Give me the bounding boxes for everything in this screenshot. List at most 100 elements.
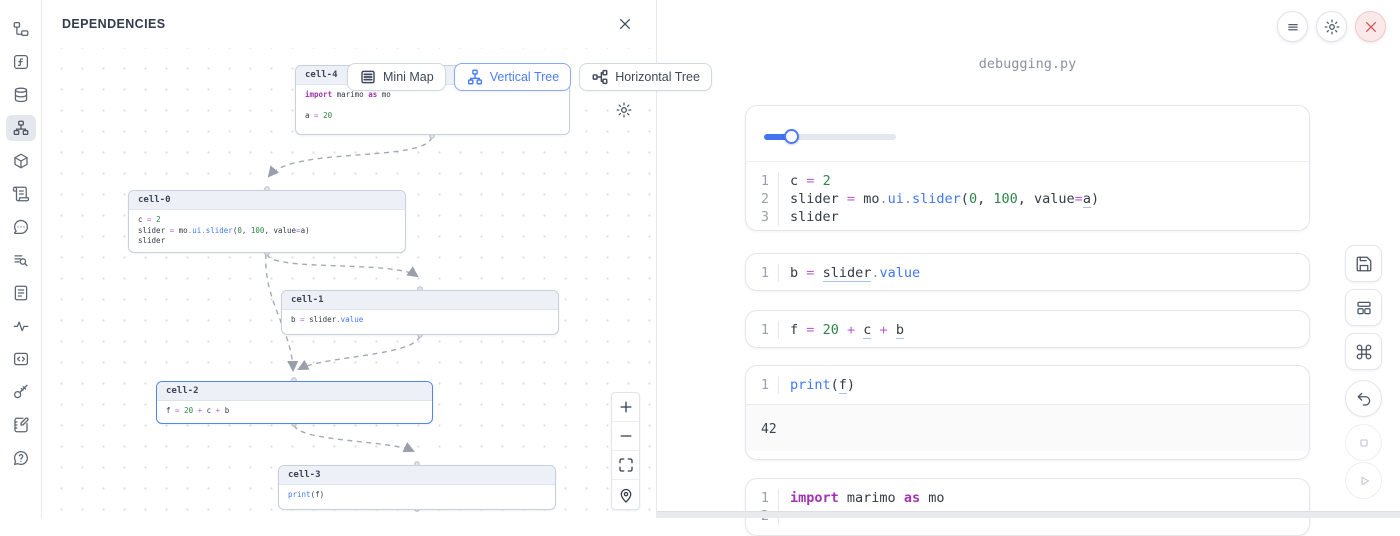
code-line: 3slider <box>746 208 1309 226</box>
mini-map-button[interactable]: Mini Map <box>347 63 446 91</box>
sidebar-item-help[interactable] <box>6 445 36 471</box>
documentation-icon <box>12 284 30 302</box>
sidebar-item-packages[interactable] <box>6 148 36 174</box>
notebook-cell[interactable]: 1c = 22slider = mo.ui.slider(0, 100, val… <box>745 105 1310 231</box>
notebook-cell[interactable]: 1f = 20 + c + b <box>745 310 1310 348</box>
node-code-line: slider = mo.ui.slider(0, 100, value=a) <box>138 226 396 237</box>
outline-search-icon <box>12 251 30 269</box>
code-editor[interactable]: 1print(f) <box>746 366 1309 404</box>
node-code-line: c = 2 <box>138 215 396 226</box>
notebook-cell[interactable]: 1import marimo as mo2 <box>745 478 1310 536</box>
sidebar-item-logs[interactable] <box>6 181 36 207</box>
view-button-label: Horizontal Tree <box>615 70 700 84</box>
scratchpad-icon <box>12 416 30 434</box>
close-x-icon <box>616 15 634 33</box>
code-line: 1import marimo as mo <box>746 489 1309 507</box>
center-node-button[interactable] <box>612 480 639 509</box>
sidebar-item-chat[interactable] <box>6 214 36 240</box>
node-code: print(f) <box>279 485 555 506</box>
save-icon <box>1355 255 1373 273</box>
sidebar-item-outline-search[interactable] <box>6 247 36 273</box>
code-line: 2slider = mo.ui.slider(0, 100, value=a) <box>746 190 1309 208</box>
notebook-cell[interactable]: 1b = slider.value <box>745 253 1310 291</box>
code-editor[interactable]: 1b = slider.value <box>746 254 1309 291</box>
graph-node-cell-0[interactable]: cell-0c = 2slider = mo.ui.slider(0, 100,… <box>128 190 406 253</box>
help-icon <box>12 449 30 467</box>
minus-icon <box>617 427 635 445</box>
activity-bar <box>0 0 42 518</box>
cell-output-slider <box>746 106 1309 161</box>
node-code: c = 2slider = mo.ui.slider(0, 100, value… <box>129 210 405 252</box>
play-icon <box>1355 472 1373 490</box>
line-number: 1 <box>746 172 778 190</box>
layout-select-button[interactable] <box>1345 289 1382 326</box>
graph-node-cell-3[interactable]: cell-3print(f) <box>278 465 556 510</box>
line-number: 1 <box>746 264 778 282</box>
zoom-out-button[interactable] <box>612 422 639 451</box>
fit-view-button[interactable] <box>612 451 639 480</box>
node-code-line: print(f) <box>288 490 546 501</box>
sidebar-item-data-sources[interactable] <box>6 82 36 108</box>
graph-settings-button[interactable] <box>615 101 633 119</box>
edge-cell-2-to-cell-3 <box>294 425 413 451</box>
sidebar-item-variables[interactable] <box>6 49 36 75</box>
data-sources-icon <box>12 86 30 104</box>
view-button-label: Mini Map <box>383 70 434 84</box>
code-editor[interactable]: 1c = 22slider = mo.ui.slider(0, 100, val… <box>746 161 1309 231</box>
close-panel-button[interactable] <box>614 13 636 35</box>
cell-output-text: 42 <box>746 404 1309 451</box>
graph-zoom-controls <box>611 392 640 510</box>
menu-button[interactable] <box>1277 11 1308 42</box>
close-x-icon <box>1362 18 1380 36</box>
undo-button[interactable] <box>1345 380 1382 417</box>
shutdown-button[interactable] <box>1355 11 1386 42</box>
sidebar-item-tracing[interactable] <box>6 313 36 339</box>
tracing-icon <box>12 317 30 335</box>
view-button-label: Vertical Tree <box>490 70 559 84</box>
code-line: 1print(f) <box>746 376 1309 394</box>
stop-kernel-button[interactable] <box>1345 424 1382 461</box>
graph-node-cell-1[interactable]: cell-1b = slider.value <box>281 290 559 335</box>
code-line: 1c = 2 <box>746 172 1309 190</box>
line-number: 3 <box>746 208 778 226</box>
sidebar-item-secrets[interactable] <box>6 379 36 405</box>
notebook-cell[interactable]: 1print(f) 42 <box>745 365 1310 460</box>
sidebar-item-scratchpad[interactable] <box>6 412 36 438</box>
code-line: 1f = 20 + c + b <box>746 321 1309 339</box>
undo-icon <box>1355 390 1373 408</box>
packages-icon <box>12 152 30 170</box>
secrets-icon <box>12 383 30 401</box>
sidebar-item-file-explorer[interactable] <box>6 16 36 42</box>
node-code-line <box>305 101 560 112</box>
save-button[interactable] <box>1345 245 1382 282</box>
slider-thumb[interactable] <box>784 129 799 144</box>
settings-button[interactable] <box>1316 11 1347 42</box>
code-editor[interactable]: 1f = 20 + c + b <box>746 311 1309 348</box>
stop-icon <box>1355 434 1373 452</box>
layout-icon <box>1355 299 1373 317</box>
node-code: import marimo as mo a = 20 <box>296 85 569 127</box>
keyboard-shortcuts-button[interactable] <box>1345 333 1382 370</box>
node-code-line: slider <box>138 236 396 247</box>
chat-icon <box>12 218 30 236</box>
plus-icon <box>617 398 635 416</box>
zoom-in-button[interactable] <box>612 393 639 422</box>
file-explorer-icon <box>12 20 30 38</box>
mini-map-icon <box>359 68 377 86</box>
sidebar-item-snippets[interactable] <box>6 346 36 372</box>
panel-title: DEPENDENCIES <box>62 17 165 31</box>
code-editor[interactable]: 1import marimo as mo2 <box>746 479 1309 535</box>
sidebar-item-dependencies[interactable] <box>6 115 36 141</box>
run-all-button[interactable] <box>1345 462 1382 499</box>
slider-track[interactable] <box>764 134 896 140</box>
sidebar-item-documentation[interactable] <box>6 280 36 306</box>
dependencies-icon <box>12 119 30 137</box>
dependency-graph-canvas[interactable]: cell-4import marimo as mo a = 20cell-0c … <box>42 48 656 518</box>
vertical-tree-button[interactable]: Vertical Tree <box>454 63 571 91</box>
line-number: 1 <box>746 489 778 507</box>
gear-icon <box>615 101 633 119</box>
line-number: 1 <box>746 321 778 339</box>
dependencies-panel: DEPENDENCIES cell-4import marimo as mo a… <box>42 0 657 518</box>
graph-node-cell-2[interactable]: cell-2f = 20 + c + b <box>156 381 433 424</box>
horizontal-tree-button[interactable]: Horizontal Tree <box>579 63 712 91</box>
